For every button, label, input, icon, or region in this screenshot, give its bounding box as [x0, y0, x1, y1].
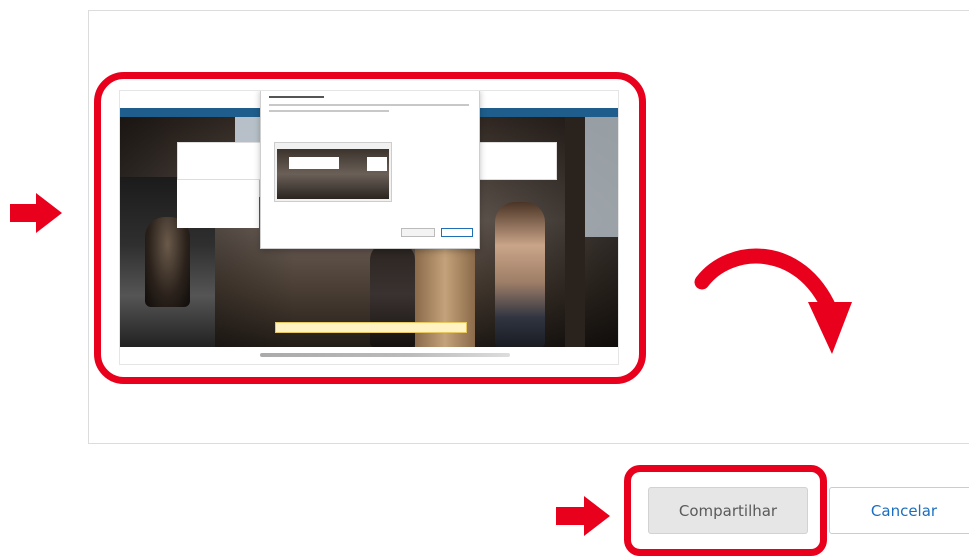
arrow-right-icon: [10, 193, 62, 233]
curved-arrow-icon: [694, 248, 852, 354]
preview-highlight-annotation: [94, 72, 646, 384]
share-button[interactable]: Compartilhar: [648, 487, 808, 534]
cancel-button[interactable]: Cancelar: [829, 487, 969, 534]
arrow-right-icon: [556, 496, 610, 536]
